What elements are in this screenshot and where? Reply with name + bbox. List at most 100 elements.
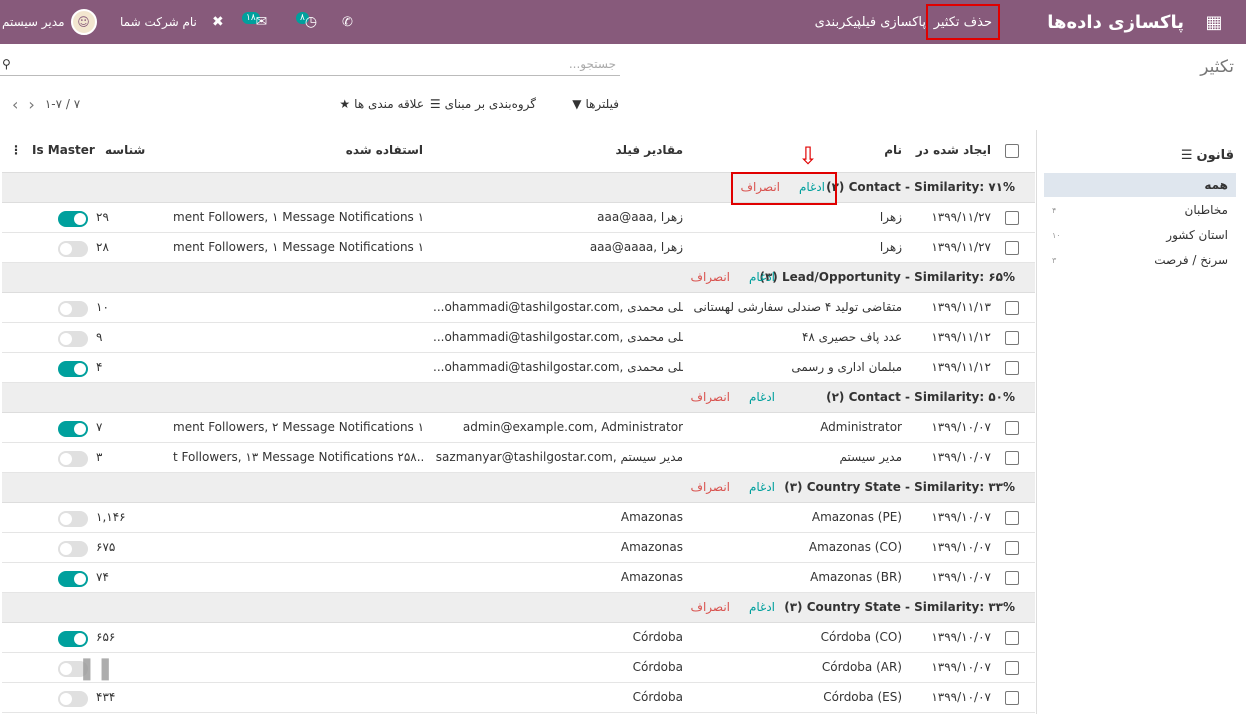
menu-configuration[interactable]: پیکربندی bbox=[815, 0, 861, 44]
table-row[interactable]: ۱۳۹۹/۱۰/۰۷ Amazonas (PE) Amazonas ۱,۱۴۶ bbox=[2, 503, 1035, 533]
sidebar-item-count: ۳ bbox=[1052, 255, 1057, 265]
merge-button[interactable]: ادغام bbox=[749, 600, 775, 614]
pager-value[interactable]: ۱-۷ / ۷ bbox=[45, 97, 80, 111]
header-created[interactable]: ایجاد شده در bbox=[916, 143, 991, 157]
table-row[interactable]: ۱۳۹۹/۱۱/۲۷ زهرا aaa@aaa, زهرا ment Follower… bbox=[2, 203, 1035, 233]
is-master-toggle[interactable] bbox=[58, 211, 88, 227]
row-checkbox[interactable] bbox=[1005, 361, 1019, 375]
menu-deduplicate[interactable]: حذف تکثیر bbox=[925, 4, 1000, 40]
table-row[interactable]: ۱۳۹۹/۱۰/۰۷ مدیر سیستم sazmanyar@tashilgost… bbox=[2, 443, 1035, 473]
header-is-master[interactable]: Is Master bbox=[32, 143, 95, 157]
record-name: ۴۸ عدد پاف حصیری bbox=[801, 330, 902, 344]
is-master-toggle[interactable] bbox=[58, 241, 88, 257]
row-checkbox[interactable] bbox=[1005, 511, 1019, 525]
row-checkbox[interactable] bbox=[1005, 331, 1019, 345]
table-row[interactable]: ۱۳۹۹/۱۰/۰۷ Amazonas (BR) Amazonas ۷۴ bbox=[2, 563, 1035, 593]
activity-button[interactable]: ۸ ◷ bbox=[296, 0, 317, 44]
record-id: ۴۳۴ bbox=[96, 690, 116, 704]
field-values: Amazonas bbox=[620, 570, 683, 584]
arrow-down-icon: ⇩ bbox=[798, 142, 819, 170]
is-master-toggle[interactable] bbox=[58, 421, 88, 437]
optional-columns-icon[interactable]: ⋮ bbox=[10, 143, 22, 157]
menu-field-cleaning[interactable]: پاکسازی فیلد bbox=[855, 0, 926, 44]
group-title[interactable]: (۳) Lead/Opportunity - Similarity: ۶۵% bbox=[759, 270, 1015, 284]
is-master-toggle[interactable] bbox=[58, 331, 88, 347]
group-row[interactable]: (۲) Contact - Similarity: ۵۰% ادغام انصراف bbox=[2, 383, 1035, 413]
search-input[interactable] bbox=[18, 54, 616, 74]
table-row[interactable]: ۱۳۹۹/۱۱/۱۲ ۴۸ عدد پاف حصیری ...ohammadi@ta… bbox=[2, 323, 1035, 353]
group-title[interactable]: (۳) Country State - Similarity: ۳۳% bbox=[784, 600, 1015, 614]
user-menu[interactable]: مدیر سیستم ☺ bbox=[2, 0, 97, 44]
field-values: ...ohammadi@tashilgostar.com, علی محمدی bbox=[433, 330, 683, 344]
record-id: ۹ bbox=[96, 330, 103, 344]
group-row[interactable]: (۳) Lead/Opportunity - Similarity: ۶۵% اد… bbox=[2, 263, 1035, 293]
group-title[interactable]: (۳) Country State - Similarity: ۳۳% bbox=[784, 480, 1015, 494]
merge-button[interactable]: ادغام bbox=[749, 480, 775, 494]
merge-button[interactable]: ادغام bbox=[749, 270, 775, 284]
is-master-toggle[interactable] bbox=[58, 451, 88, 467]
select-all-checkbox[interactable] bbox=[1005, 144, 1019, 158]
record-id: ۳ bbox=[96, 450, 103, 464]
group-row[interactable]: (۲) Contact - Similarity: ۷۱% ادغام انصراف bbox=[2, 173, 1035, 203]
pager-next-icon[interactable]: › bbox=[28, 95, 34, 114]
row-checkbox[interactable] bbox=[1005, 661, 1019, 675]
is-master-toggle[interactable] bbox=[58, 541, 88, 557]
sidebar-item-all[interactable]: همه bbox=[1044, 173, 1236, 197]
header-used-in[interactable]: استفاده شده bbox=[346, 143, 423, 157]
row-checkbox[interactable] bbox=[1005, 241, 1019, 255]
group-title[interactable]: (۲) Contact - Similarity: ۷۱% bbox=[826, 180, 1015, 194]
table-row[interactable]: ۱۳۹۹/۱۱/۲۷ زهرا aaa@aaaa, زهرا ment Followe… bbox=[2, 233, 1035, 263]
sidebar-item-label: مخاطبان bbox=[1184, 203, 1228, 217]
row-checkbox[interactable] bbox=[1005, 631, 1019, 645]
table-row[interactable]: ۱۳۹۹/۱۱/۱۳ متقاضی تولید ۴ صندلی سفارشی له… bbox=[2, 293, 1035, 323]
row-checkbox[interactable] bbox=[1005, 571, 1019, 585]
chat-icon: ✉ bbox=[255, 14, 268, 30]
is-master-toggle[interactable] bbox=[58, 511, 88, 527]
sidebar-item-count: ۱۰ bbox=[1052, 230, 1061, 240]
sidebar-item-country-state[interactable]: ۱۰ استان کشور bbox=[1044, 223, 1236, 247]
debug-tools-icon[interactable]: ✖ bbox=[212, 0, 224, 44]
merge-button[interactable]: ادغام bbox=[749, 390, 775, 404]
group-row[interactable]: (۳) Country State - Similarity: ۳۳% ادغام… bbox=[2, 473, 1035, 503]
dismiss-button[interactable]: انصراف bbox=[691, 390, 730, 404]
header-id[interactable]: شناسه bbox=[105, 143, 145, 157]
record-name: مبلمان اداری و رسمی bbox=[791, 360, 902, 374]
row-checkbox[interactable] bbox=[1005, 691, 1019, 705]
dismiss-button[interactable]: انصراف bbox=[691, 600, 730, 614]
row-checkbox[interactable] bbox=[1005, 301, 1019, 315]
apps-grid-icon[interactable]: ▦ bbox=[1204, 0, 1224, 44]
record-id: ۷۴ bbox=[96, 570, 109, 584]
row-checkbox[interactable] bbox=[1005, 421, 1019, 435]
list-icon: ☰ bbox=[429, 97, 441, 111]
is-master-toggle[interactable] bbox=[58, 301, 88, 317]
header-field-values[interactable]: مقادیر فیلد bbox=[616, 143, 683, 157]
header-name[interactable]: نام bbox=[884, 143, 902, 157]
pager-prev-icon[interactable]: ‹ bbox=[12, 95, 18, 114]
dismiss-button[interactable]: انصراف bbox=[691, 480, 730, 494]
is-master-toggle[interactable] bbox=[58, 361, 88, 377]
row-checkbox[interactable] bbox=[1005, 211, 1019, 225]
is-master-toggle[interactable] bbox=[58, 691, 88, 707]
table-row[interactable]: ۱۳۹۹/۱۱/۱۲ مبلمان اداری و رسمی ...ohammadi… bbox=[2, 353, 1035, 383]
sidebar-item-contacts[interactable]: ۴ مخاطبان bbox=[1044, 198, 1236, 222]
record-name: مدیر سیستم bbox=[839, 450, 903, 464]
field-values: aaa@aaaa, زهرا bbox=[589, 240, 683, 254]
favorites-button[interactable]: ★ علاقه مندی ها bbox=[339, 94, 424, 114]
group-row[interactable]: (۳) Country State - Similarity: ۳۳% ادغام… bbox=[2, 593, 1035, 623]
filters-button[interactable]: ▼ فیلترها bbox=[572, 94, 619, 114]
phone-icon[interactable]: ✆ bbox=[342, 0, 353, 44]
group-title[interactable]: (۲) Contact - Similarity: ۵۰% bbox=[826, 390, 1015, 404]
created-date: ۱۳۹۹/۱۱/۱۲ bbox=[931, 360, 991, 374]
table-row[interactable]: ۱۳۹۹/۱۰/۰۷ Amazonas (CO) Amazonas ۶۷۵ bbox=[2, 533, 1035, 563]
row-checkbox[interactable] bbox=[1005, 541, 1019, 555]
row-checkbox[interactable] bbox=[1005, 451, 1019, 465]
search-icon[interactable]: ⚲ bbox=[2, 57, 11, 71]
company-switcher[interactable]: نام شرکت شما bbox=[120, 0, 197, 44]
messages-button[interactable]: ۱۸ ✉ bbox=[242, 0, 267, 44]
sidebar-item-lead-opportunity[interactable]: ۳ سرنخ / فرصت bbox=[1044, 248, 1236, 272]
group-by-button[interactable]: ☰ گروه‌بندی بر مبنای bbox=[430, 94, 536, 114]
is-master-toggle[interactable] bbox=[58, 571, 88, 587]
sidebar-item-label: استان کشور bbox=[1166, 228, 1228, 242]
table-row[interactable]: ۱۳۹۹/۱۰/۰۷ Administrator admin@example.com… bbox=[2, 413, 1035, 443]
dismiss-button[interactable]: انصراف bbox=[691, 270, 730, 284]
